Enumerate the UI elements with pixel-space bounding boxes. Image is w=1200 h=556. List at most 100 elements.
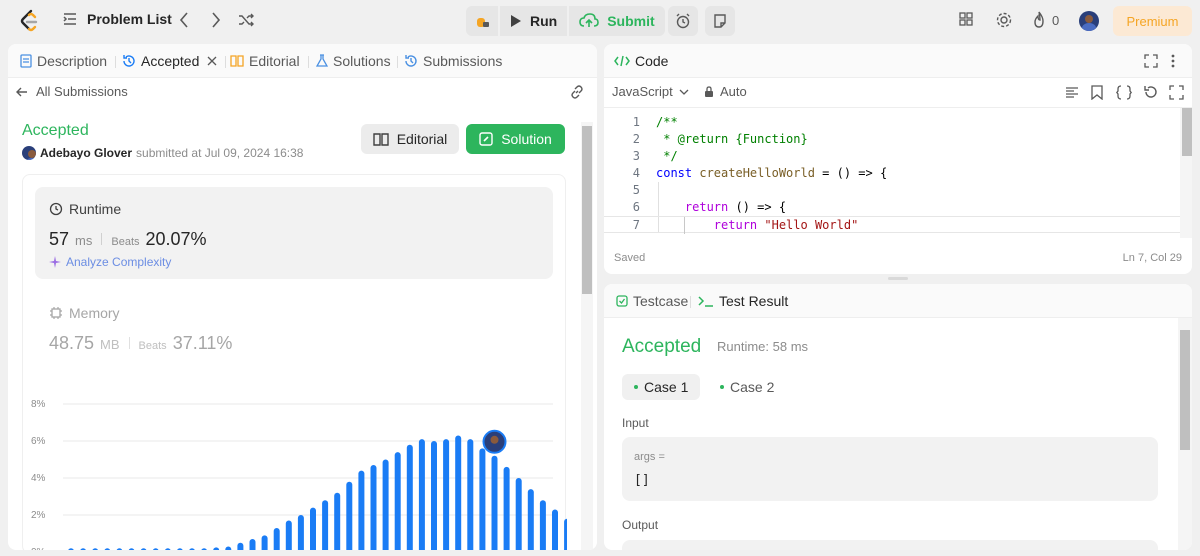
notes-button[interactable] bbox=[705, 6, 735, 36]
chart-bar[interactable] bbox=[443, 439, 450, 550]
chevron-left-icon[interactable] bbox=[178, 11, 190, 35]
run-button[interactable]: Run bbox=[500, 6, 568, 36]
tab-editorial[interactable]: Editorial bbox=[230, 53, 300, 69]
chart-bar[interactable] bbox=[68, 548, 74, 550]
chart-bar[interactable] bbox=[564, 518, 571, 550]
chart-bar[interactable] bbox=[140, 548, 147, 550]
chevron-right-icon[interactable] bbox=[210, 11, 222, 35]
code-line[interactable]: 6 return () => { bbox=[604, 182, 1180, 233]
chart-bar[interactable] bbox=[225, 546, 232, 550]
chart-bar[interactable] bbox=[467, 439, 474, 550]
code-line[interactable]: 3 */ bbox=[604, 148, 1180, 165]
solution-button[interactable]: Solution bbox=[466, 124, 565, 154]
chart-bar[interactable] bbox=[80, 548, 86, 550]
chart-bar[interactable] bbox=[237, 542, 244, 550]
chart-bar[interactable] bbox=[261, 535, 268, 550]
code-scrollbar[interactable] bbox=[1180, 108, 1192, 238]
chart-bar[interactable] bbox=[128, 548, 135, 550]
scrollbar-thumb[interactable] bbox=[1182, 108, 1192, 156]
submitter-name[interactable]: Adebayo Glover bbox=[40, 146, 132, 160]
chart-bar[interactable] bbox=[527, 489, 534, 550]
leetcode-logo-icon[interactable] bbox=[18, 9, 40, 33]
chart-bar[interactable] bbox=[491, 455, 498, 550]
chart-bar[interactable] bbox=[346, 481, 353, 550]
code-line[interactable]: 7 return "Hello World" bbox=[604, 216, 1180, 234]
left-scrollbar[interactable] bbox=[581, 122, 593, 550]
chart-bar[interactable] bbox=[406, 444, 413, 550]
chart-bar[interactable] bbox=[201, 548, 207, 550]
premium-button[interactable]: Premium bbox=[1113, 6, 1192, 36]
code-editor[interactable]: 1/** 2 * @return {Function} 3 */4 const cre… bbox=[604, 114, 1180, 238]
chart-bar[interactable] bbox=[503, 466, 510, 550]
braces-icon[interactable] bbox=[1116, 85, 1132, 100]
panel-resize-handle[interactable] bbox=[888, 277, 908, 280]
chart-bar[interactable] bbox=[358, 470, 365, 550]
chart-bar[interactable] bbox=[479, 448, 486, 550]
chart-bar[interactable] bbox=[152, 548, 159, 550]
tab-test-result[interactable]: Test Result bbox=[698, 293, 788, 309]
chart-bar[interactable] bbox=[310, 507, 316, 550]
link-icon[interactable] bbox=[569, 84, 585, 100]
tab-testcase[interactable]: Testcase bbox=[616, 293, 688, 309]
chart-bar[interactable] bbox=[552, 509, 558, 550]
editorial-button[interactable]: Editorial bbox=[361, 124, 459, 154]
tab-accepted[interactable]: Accepted bbox=[122, 53, 217, 69]
chart-bar[interactable] bbox=[177, 548, 183, 550]
auto-mode[interactable]: Auto bbox=[704, 84, 747, 99]
timer-button[interactable] bbox=[668, 6, 698, 36]
chart-bar[interactable] bbox=[116, 548, 123, 550]
result-scrollbar[interactable] bbox=[1178, 318, 1192, 550]
chart-bar[interactable] bbox=[297, 515, 304, 550]
runtime-distribution-chart[interactable]: 8% 6% 4% 2% 0% bbox=[23, 389, 571, 551]
chart-bar[interactable] bbox=[382, 459, 389, 551]
all-submissions-link[interactable]: All Submissions bbox=[16, 84, 128, 99]
scrollbar-thumb[interactable] bbox=[582, 126, 592, 294]
chart-bar[interactable] bbox=[334, 492, 341, 550]
chart-bar[interactable] bbox=[431, 441, 437, 550]
code-line[interactable]: 2 * @return {Function} bbox=[604, 131, 1180, 148]
maximize-icon[interactable] bbox=[1144, 54, 1158, 68]
chart-bar[interactable] bbox=[394, 452, 401, 550]
tab-solutions[interactable]: Solutions bbox=[316, 53, 391, 69]
case-2-tab[interactable]: Case 2 bbox=[708, 374, 786, 400]
analyze-complexity-link[interactable]: Analyze Complexity bbox=[49, 255, 171, 269]
list-icon[interactable] bbox=[62, 11, 78, 33]
chart-bar[interactable] bbox=[515, 478, 522, 550]
code-line[interactable]: 5 bbox=[604, 182, 1180, 199]
chart-bar[interactable] bbox=[273, 527, 280, 550]
bookmark-icon[interactable] bbox=[1091, 85, 1103, 100]
chart-bar[interactable] bbox=[189, 548, 195, 550]
chart-bar[interactable] bbox=[104, 548, 111, 550]
chart-bar[interactable] bbox=[285, 520, 292, 550]
chart-bar[interactable] bbox=[418, 439, 425, 550]
user-avatar[interactable] bbox=[1079, 11, 1099, 31]
chart-bar[interactable] bbox=[455, 435, 462, 550]
memory-label-row[interactable]: Memory bbox=[49, 305, 120, 321]
chart-bar[interactable] bbox=[165, 548, 171, 550]
format-icon[interactable] bbox=[1065, 86, 1079, 100]
problem-list-link[interactable]: Problem List bbox=[87, 11, 172, 27]
case-1-tab[interactable]: Case 1 bbox=[622, 374, 701, 400]
layout-grid-icon[interactable] bbox=[958, 11, 974, 33]
chart-bar[interactable] bbox=[92, 548, 98, 550]
flame-icon[interactable] bbox=[1032, 11, 1046, 35]
more-icon[interactable] bbox=[1171, 54, 1175, 68]
chart-bar[interactable] bbox=[249, 539, 256, 550]
code-line[interactable]: 1 /** bbox=[604, 114, 1180, 131]
chart-bar[interactable] bbox=[370, 465, 377, 550]
scrollbar-thumb[interactable] bbox=[1180, 330, 1190, 450]
debug-button[interactable] bbox=[466, 6, 498, 36]
chart-bar[interactable] bbox=[539, 500, 546, 550]
runtime-box[interactable]: Runtime 57 ms Beats 20.07% Analyze Compl… bbox=[35, 187, 553, 279]
reset-icon[interactable] bbox=[1143, 85, 1158, 100]
language-select[interactable]: JavaScript bbox=[612, 84, 689, 99]
chart-bar[interactable] bbox=[322, 500, 329, 550]
close-icon[interactable] bbox=[207, 56, 217, 66]
fullscreen-icon[interactable] bbox=[1169, 85, 1184, 100]
code-line[interactable]: 4 const createHelloWorld = () => { bbox=[604, 165, 1180, 182]
tab-code[interactable]: Code bbox=[614, 53, 668, 69]
gear-icon[interactable] bbox=[995, 11, 1013, 35]
shuffle-icon[interactable] bbox=[237, 11, 255, 35]
submit-button[interactable]: Submit bbox=[569, 6, 665, 36]
chart-bar[interactable] bbox=[213, 547, 220, 550]
